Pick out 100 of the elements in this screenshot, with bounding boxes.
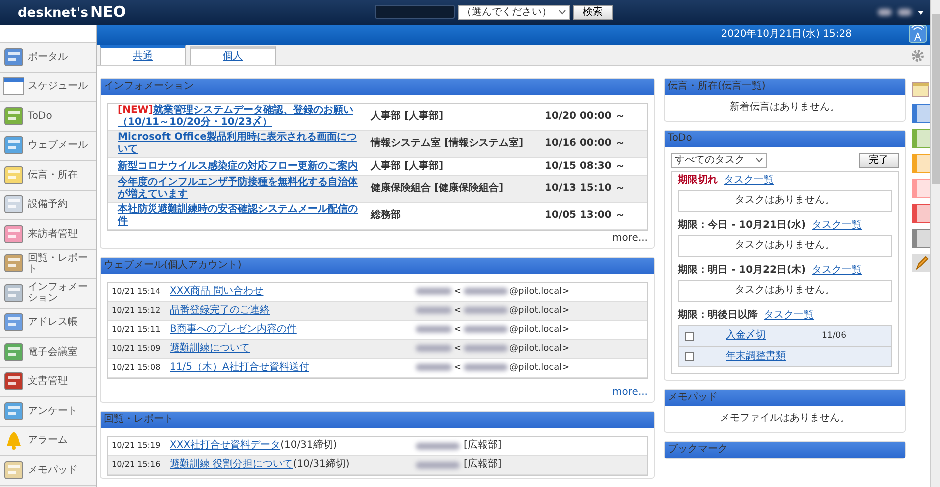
caret-down-icon bbox=[918, 10, 924, 14]
checkbox[interactable] bbox=[685, 332, 694, 340]
task-link[interactable]: 年末調整書類 bbox=[726, 350, 822, 362]
sender-text: < bbox=[454, 324, 462, 336]
date-text: 10/13 15:10 ～ bbox=[545, 183, 626, 195]
due-label: 期限：明後日以降 bbox=[678, 310, 758, 321]
sender-text: < bbox=[454, 286, 462, 298]
more-link[interactable]: more... bbox=[612, 233, 648, 244]
report-title-link[interactable]: 避難訓練 役割分担について bbox=[170, 459, 294, 471]
sidebar-item[interactable]: メモパッド bbox=[0, 456, 96, 486]
sidebar-item[interactable]: インフォメーション bbox=[0, 279, 96, 308]
task-list-link[interactable]: タスク一覧 bbox=[764, 310, 814, 321]
mail-subject-link[interactable]: XXX商品 問い合わせ bbox=[170, 286, 264, 297]
time-text: 10/21 15:19 bbox=[112, 441, 162, 451]
date-text: 10/16 00:00 ～ bbox=[545, 138, 626, 150]
time-text: 10/21 15:08 bbox=[112, 363, 162, 373]
sender-text: @pilot.local> bbox=[510, 344, 570, 354]
sidebar-item[interactable]: 電子会議室 bbox=[0, 338, 96, 368]
date-text: 10/15 08:30 ～ bbox=[545, 160, 626, 172]
tab[interactable]: 個人 bbox=[190, 46, 276, 65]
info-title-link[interactable]: [NEW]就業管理システムデータ確認、登録のお願い（10/11～10/20分・10/23〆） bbox=[118, 105, 363, 129]
info-title-link[interactable]: Microsoft Office製品利用時に表示される画面について bbox=[118, 132, 363, 156]
sidebar-item[interactable]: ToDo bbox=[0, 102, 96, 132]
color-tab-icon[interactable] bbox=[912, 229, 930, 248]
task-list-link[interactable]: タスク一覧 bbox=[724, 175, 774, 186]
sender-text: < bbox=[454, 344, 462, 354]
sidebar-item[interactable]: 文書管理 bbox=[0, 368, 96, 397]
scrollbar[interactable] bbox=[930, 0, 940, 487]
time-text: 10/21 15:16 bbox=[112, 460, 162, 470]
due-label: 期限：明日 - 10月22日(木) bbox=[678, 265, 806, 276]
report-title-link[interactable]: XXX社打合せ資料データ bbox=[170, 440, 281, 452]
color-tab-icon[interactable] bbox=[912, 104, 930, 123]
empty-message: タスクはありません。 bbox=[678, 235, 892, 257]
task-list-link[interactable]: タスク一覧 bbox=[812, 220, 862, 231]
empty-message: 新着伝言はありません。 bbox=[729, 100, 841, 115]
department-text: [広報部] bbox=[464, 459, 502, 471]
department-text: 総務部 bbox=[371, 210, 402, 222]
color-tab-icon[interactable] bbox=[912, 204, 930, 223]
blurred-text bbox=[416, 326, 452, 334]
blurred-text bbox=[464, 288, 508, 296]
department-text: 情報システム室 [情報システム室] bbox=[371, 138, 525, 150]
color-tab-icon[interactable] bbox=[912, 129, 930, 148]
task-date: 11/06 bbox=[822, 330, 846, 342]
date-text: 10/05 13:00 ～ bbox=[545, 210, 626, 222]
blurred-text bbox=[464, 307, 508, 314]
sidebar-item[interactable]: スケジュール bbox=[0, 72, 96, 102]
sender-text: < bbox=[454, 306, 462, 316]
settings-icon[interactable] bbox=[911, 49, 925, 63]
info-title-link[interactable]: 本社防災避難訓練時の安否確認システムメール配信の件 bbox=[118, 204, 363, 228]
sidebar-item[interactable]: アドレス帳 bbox=[0, 308, 96, 338]
department-text: 健康保険組合 [健康保険組合] bbox=[371, 183, 505, 195]
blurred-text bbox=[416, 442, 460, 450]
sidebar-item[interactable]: ウェブメール bbox=[0, 132, 96, 161]
empty-message: メモファイルはありません。 bbox=[719, 412, 851, 426]
sidebar-item[interactable]: 伝言・所在 bbox=[0, 161, 96, 190]
empty-message: タスクはありません。 bbox=[678, 190, 892, 212]
user-menu[interactable] bbox=[878, 9, 924, 16]
scope-select[interactable]: （選んでください） bbox=[458, 5, 570, 20]
color-tab-icon[interactable] bbox=[912, 154, 930, 173]
color-tab-icon[interactable] bbox=[912, 179, 930, 198]
empty-message: タスクはありません。 bbox=[678, 280, 892, 302]
sidebar-item[interactable]: 設備予約 bbox=[0, 190, 96, 220]
blurred-text bbox=[464, 326, 508, 334]
department-text: 人事部 [人事部] bbox=[371, 160, 445, 172]
sidebar-item[interactable]: ポータル bbox=[0, 43, 96, 72]
sidebar-item[interactable]: 来訪者管理 bbox=[0, 220, 96, 250]
checkbox[interactable] bbox=[685, 352, 694, 361]
mail-subject-link[interactable]: 品番登録完了のご連絡 bbox=[170, 305, 270, 316]
mail-subject-link[interactable]: B商事へのプレゼン内容の件 bbox=[170, 324, 297, 335]
blurred-text bbox=[416, 307, 452, 314]
info-title-link[interactable]: 新型コロナウイルス感染症の対応フロー更新のご案内 bbox=[118, 160, 363, 172]
sidebar-item[interactable]: アラーム bbox=[0, 426, 96, 456]
antenna-icon[interactable] bbox=[909, 25, 927, 43]
blurred-text bbox=[416, 345, 452, 352]
done-button[interactable]: 完了 bbox=[859, 153, 899, 168]
blurred-text bbox=[898, 9, 912, 16]
task-link[interactable]: 入金〆切 bbox=[726, 330, 822, 342]
sidebar-item[interactable]: アンケート bbox=[0, 397, 96, 426]
more-link[interactable]: more... bbox=[612, 387, 648, 398]
info-title-link[interactable]: 今年度のインフルエンザ予防接種を無料化する自治体が増えています bbox=[118, 177, 363, 201]
pencil-icon[interactable] bbox=[912, 254, 930, 272]
logo: desknet's NEO bbox=[18, 3, 126, 22]
department-text: [広報部] bbox=[464, 440, 502, 452]
sender-text: @pilot.local> bbox=[510, 286, 570, 298]
date-time: 2020年10月21日(水) 15:28 bbox=[721, 29, 852, 41]
mail-subject-link[interactable]: 11/5（木）A社打合せ資料送付 bbox=[170, 362, 310, 373]
department-text: 人事部 [人事部] bbox=[371, 111, 445, 123]
mail-subject-link[interactable]: 避難訓練について bbox=[170, 343, 250, 354]
task-filter-select[interactable]: すべてのタスク bbox=[671, 153, 767, 168]
sender-text: @pilot.local> bbox=[510, 362, 570, 374]
calendar-icon[interactable] bbox=[912, 80, 930, 98]
deadline-text: (10/31締切) bbox=[280, 440, 338, 452]
search-field[interactable] bbox=[375, 5, 455, 19]
search-button[interactable]: 検索 bbox=[573, 5, 613, 20]
task-list-link[interactable]: タスク一覧 bbox=[812, 265, 862, 276]
time-text: 10/21 15:12 bbox=[112, 306, 162, 316]
chevron-down-icon bbox=[756, 158, 763, 163]
sidebar-item[interactable]: 回覧・レポート bbox=[0, 250, 96, 279]
blurred-text bbox=[416, 288, 452, 296]
tab[interactable]: 共通 bbox=[100, 45, 186, 65]
